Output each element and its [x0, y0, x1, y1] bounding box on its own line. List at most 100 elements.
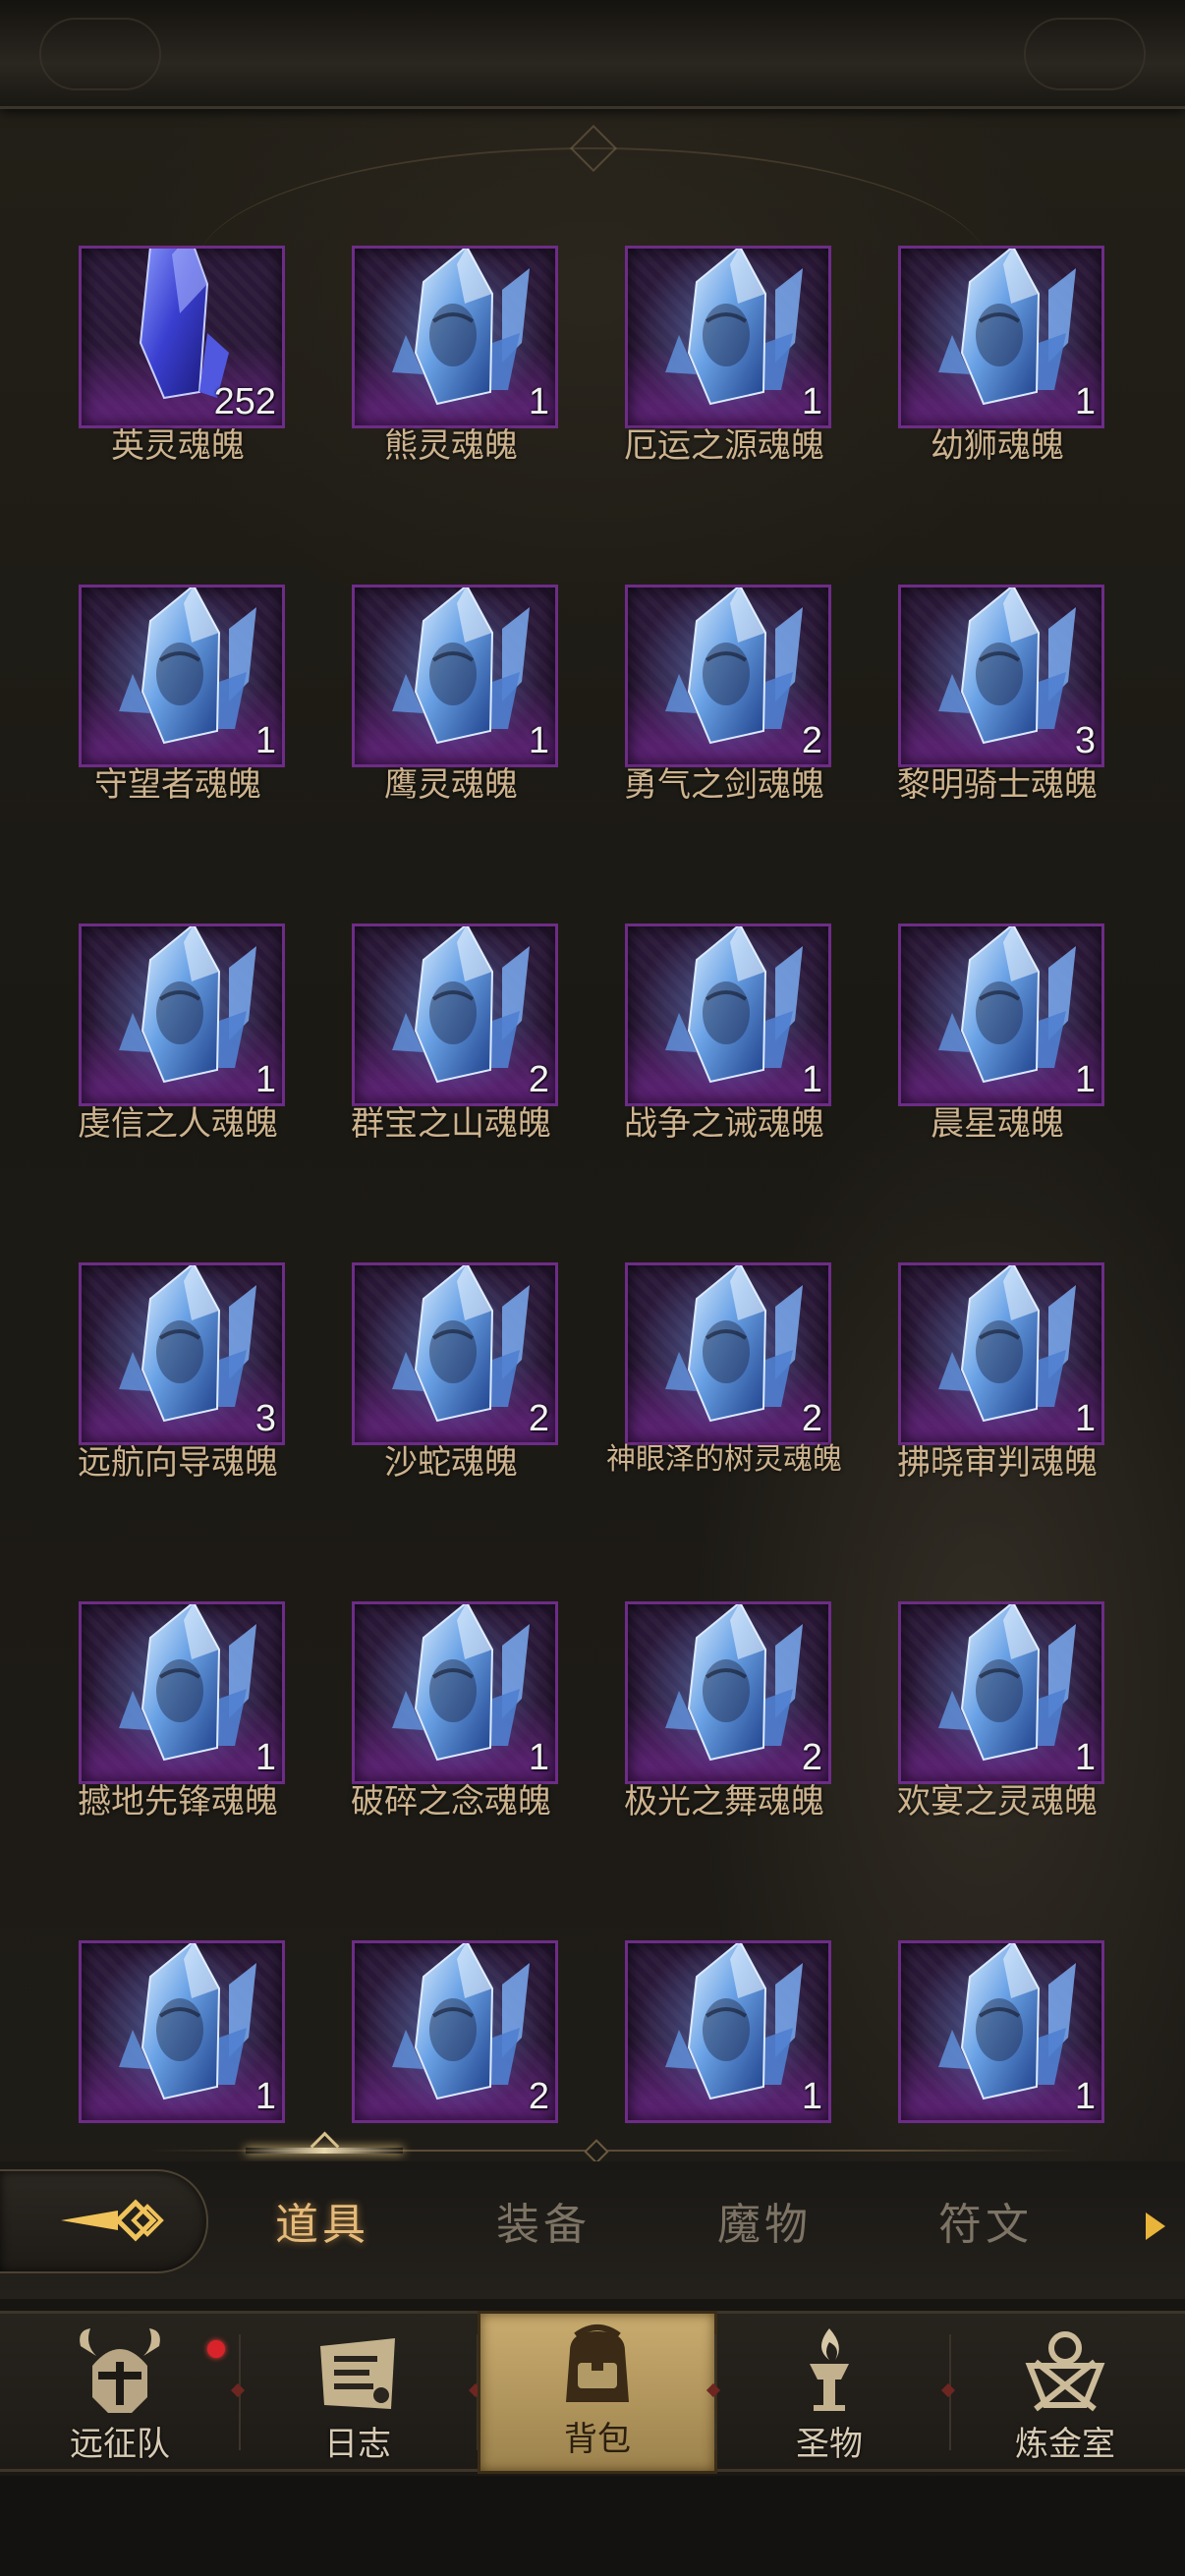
item-slot[interactable]: 1	[625, 924, 831, 1106]
frame-ornament-right	[1024, 18, 1146, 90]
nav-expedition[interactable]: 远征队	[3, 2319, 237, 2464]
nav-label: 圣物	[796, 2425, 863, 2464]
inventory-item[interactable]: 252 英灵魂魄	[69, 246, 285, 511]
inventory-item[interactable]: 2 极光之舞魂魄	[615, 1601, 831, 1867]
frame-ornament-left	[39, 18, 161, 90]
item-count: 2	[528, 2076, 549, 2117]
inventory-item[interactable]: 1 拂晓审判魂魄	[888, 1262, 1104, 1528]
item-name: 鹰灵魂魄	[384, 765, 518, 805]
item-slot[interactable]: 1	[898, 1262, 1104, 1445]
tab-monsters[interactable]: 魔物	[717, 2189, 812, 2252]
soul-crystal-icon	[911, 1943, 1088, 2116]
nav-backpack[interactable]: 背包	[478, 2311, 717, 2474]
item-slot[interactable]: 1	[898, 246, 1104, 428]
soul-crystal-icon	[365, 1265, 541, 1438]
inventory-item[interactable]: 3 黎明骑士魂魄	[888, 585, 1104, 850]
item-count: 1	[801, 2076, 822, 2117]
item-count: 3	[254, 1398, 276, 1439]
item-count: 1	[254, 720, 276, 761]
item-slot[interactable]: 2	[352, 1940, 558, 2123]
back-button[interactable]	[0, 2169, 208, 2273]
nav-journal[interactable]: 日志	[241, 2319, 475, 2464]
nav-label: 远征队	[70, 2425, 170, 2464]
item-slot[interactable]: 252	[79, 246, 285, 428]
torch-icon	[810, 2328, 849, 2411]
soul-crystal-icon	[365, 1943, 541, 2116]
item-slot[interactable]: 2	[352, 924, 558, 1106]
alchemy-icon	[1025, 2331, 1105, 2412]
item-slot[interactable]: 1	[898, 924, 1104, 1106]
item-count: 1	[528, 381, 549, 422]
item-slot[interactable]: 1	[898, 1601, 1104, 1784]
item-slot[interactable]: 2	[625, 1262, 831, 1445]
item-slot[interactable]: 2	[625, 585, 831, 767]
nav-label: 背包	[564, 2420, 631, 2459]
inventory-item[interactable]: 1 厄运之源魂魄	[615, 246, 831, 511]
inventory-item[interactable]: 3 远航向导魂魄	[69, 1262, 285, 1528]
inventory-item[interactable]: 1 战争之诫魂魄	[615, 924, 831, 1189]
item-name: 晨星魂魄	[931, 1104, 1064, 1144]
soul-crystal-icon	[91, 926, 268, 1099]
scroll-icon	[320, 2338, 395, 2409]
item-count: 1	[1074, 1737, 1096, 1778]
inventory-item[interactable]: 1 撼地先锋魂魄	[69, 1601, 285, 1867]
item-count: 3	[1074, 720, 1096, 761]
inventory-item[interactable]: 1 虔信之人魂魄	[69, 924, 285, 1189]
inventory-item[interactable]: 1 熊灵魂魄	[342, 246, 558, 511]
inventory-item[interactable]: 1 幼狮魂魄	[888, 246, 1104, 511]
item-name: 破碎之念魂魄	[351, 1782, 551, 1821]
item-count: 1	[1074, 381, 1096, 422]
soul-crystal-icon	[911, 926, 1088, 1099]
backpack-icon	[566, 2324, 629, 2402]
category-tab-bar: 道具 装备 魔物 符文	[0, 2161, 1185, 2299]
item-slot[interactable]: 1	[352, 1601, 558, 1784]
item-name: 黎明骑士魂魄	[897, 765, 1098, 805]
inventory-item[interactable]: 2 神眼泽的树灵魂魄	[606, 1262, 842, 1528]
nav-relics[interactable]: 圣物	[712, 2319, 946, 2464]
inventory-item[interactable]: 1 晨星魂魄	[888, 924, 1104, 1189]
item-slot[interactable]: 1	[79, 1940, 285, 2123]
item-name: 虔信之人魂魄	[78, 1104, 278, 1144]
soul-crystal-icon	[91, 1604, 268, 1777]
tab-equipment[interactable]: 装备	[496, 2189, 591, 2252]
inventory-item[interactable]: 1 欢宴之灵魂魄	[888, 1601, 1104, 1867]
inventory-item[interactable]: 2 沙蛇魂魄	[342, 1262, 558, 1528]
item-count: 2	[801, 720, 822, 761]
item-slot[interactable]: 1	[898, 1940, 1104, 2123]
item-name: 沙蛇魂魄	[384, 1443, 518, 1483]
soul-crystal-icon	[365, 588, 541, 760]
inventory-item[interactable]: 1 守望者魂魄	[69, 585, 285, 850]
item-name: 拂晓审判魂魄	[897, 1443, 1098, 1483]
item-slot[interactable]: 1	[352, 585, 558, 767]
inventory-item[interactable]: 2 群宝之山魂魄	[342, 924, 558, 1189]
nav-label: 炼金室	[1015, 2425, 1115, 2464]
item-slot[interactable]: 1	[625, 1940, 831, 2123]
soul-crystal-icon	[911, 249, 1088, 421]
soul-crystal-icon	[638, 1604, 815, 1777]
inventory-item[interactable]: 1 破碎之念魂魄	[342, 1601, 558, 1867]
item-count: 1	[528, 720, 549, 761]
tab-items[interactable]: 道具	[275, 2189, 369, 2252]
item-slot[interactable]: 1	[79, 1601, 285, 1784]
item-slot[interactable]: 3	[898, 585, 1104, 767]
nav-alchemy-room[interactable]: 炼金室	[948, 2319, 1182, 2464]
item-slot[interactable]: 1	[79, 585, 285, 767]
item-slot[interactable]: 1	[352, 246, 558, 428]
nav-label: 日志	[324, 2425, 391, 2464]
soul-crystal-icon	[911, 588, 1088, 760]
item-name: 群宝之山魂魄	[351, 1104, 551, 1144]
item-name: 熊灵魂魄	[384, 426, 518, 466]
bottom-strip	[0, 2476, 1185, 2576]
soul-crystal-icon	[91, 1265, 268, 1438]
item-count: 1	[254, 1059, 276, 1100]
tab-next-arrow-icon[interactable]	[1146, 2212, 1165, 2240]
tab-runes[interactable]: 符文	[938, 2189, 1033, 2252]
inventory-item[interactable]: 2 勇气之剑魂魄	[615, 585, 831, 850]
inventory-item[interactable]: 1 鹰灵魂魄	[342, 585, 558, 850]
item-slot[interactable]: 2	[625, 1601, 831, 1784]
item-slot[interactable]: 2	[352, 1262, 558, 1445]
item-slot[interactable]: 1	[79, 924, 285, 1106]
item-slot[interactable]: 3	[79, 1262, 285, 1445]
item-slot[interactable]: 1	[625, 246, 831, 428]
item-count: 1	[254, 1737, 276, 1778]
